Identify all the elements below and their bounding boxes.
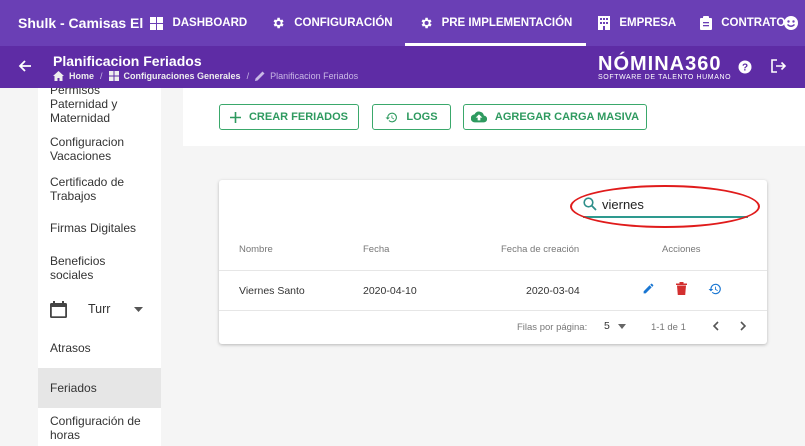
sidebar-item-atrasos[interactable]: Atrasos	[38, 341, 161, 355]
cell-fecha: 2020-04-10	[363, 285, 417, 297]
nav-dashboard-label: DASHBOARD	[172, 17, 248, 29]
sidebar: Permisos Paternidad y Maternidad Configu…	[38, 88, 161, 446]
sidebar-item-feriados[interactable]: Feriados	[38, 368, 161, 408]
column-header-acciones: Acciones	[662, 244, 701, 255]
nav-configuracion[interactable]: CONFIGURACIÓN	[259, 0, 404, 46]
nav-configuracion-label: CONFIGURACIÓN	[294, 17, 393, 29]
cell-nombre: Viernes Santo	[239, 285, 305, 297]
nomina360-logo: NÓMINA360 SOFTWARE DE TALENTO HUMANO	[598, 53, 732, 81]
breadcrumb-home[interactable]: Home	[53, 71, 94, 81]
row-divider	[219, 310, 767, 311]
breadcrumb-separator: /	[246, 71, 250, 81]
help-icon[interactable]: ?	[738, 60, 752, 79]
delete-icon[interactable]	[676, 282, 687, 295]
page-header: Planificacion Feriados Home / Configurac…	[0, 46, 805, 88]
gear-icon	[271, 16, 285, 30]
sidebar-item-beneficios[interactable]: Beneficios sociales	[38, 254, 138, 282]
history-icon[interactable]	[708, 282, 722, 296]
sidebar-item-configuracion-horas[interactable]: Configuración de horas	[38, 414, 148, 442]
bulk-upload-button[interactable]: AGREGAR CARGA MASIVA	[463, 104, 647, 130]
calendar-icon	[50, 300, 67, 318]
pagination-range: 1-1 de 1	[651, 322, 686, 333]
sidebar-item-certificado[interactable]: Certificado de Trabajos	[38, 175, 138, 203]
home-icon	[53, 71, 64, 81]
dashboard-icon	[150, 16, 164, 30]
breadcrumb-current: Planificacion Feriados	[255, 71, 358, 81]
logout-icon[interactable]	[771, 59, 787, 78]
page-title: Planificacion Feriados	[53, 53, 202, 69]
column-header-fecha[interactable]: Fecha	[363, 244, 389, 255]
sidebar-item-firmas[interactable]: Firmas Digitales	[38, 221, 161, 235]
history-icon	[385, 111, 398, 124]
chevron-down-icon	[134, 306, 144, 312]
column-header-nombre[interactable]: Nombre	[239, 244, 273, 255]
company-name[interactable]: Shulk - Camisas El	[0, 15, 144, 31]
plus-icon	[229, 111, 241, 123]
sidebar-group-turnos[interactable]: Turr	[38, 299, 161, 319]
smiley-icon[interactable]	[783, 15, 799, 36]
logs-button[interactable]: LOGS	[372, 104, 451, 130]
edit-icon[interactable]	[642, 282, 655, 295]
building-icon	[598, 16, 611, 30]
nav-dashboard[interactable]: DASHBOARD	[144, 0, 259, 46]
header-divider	[219, 270, 767, 271]
clipboard-icon	[700, 16, 713, 30]
top-navbar: Shulk - Camisas El DASHBOARD CONFIGURACI…	[0, 0, 805, 46]
chevron-left-icon[interactable]	[712, 321, 720, 331]
chevron-right-icon[interactable]	[739, 321, 747, 331]
breadcrumb-separator: /	[100, 71, 103, 81]
nav-pre-implementacion-label: PRE IMPLEMENTACIÓN	[441, 17, 573, 29]
breadcrumb: Home / Configuraciones Generales / Plani…	[53, 71, 358, 81]
chevron-down-icon	[617, 323, 626, 329]
pencil-icon	[255, 71, 265, 81]
sidebar-gutter	[0, 88, 38, 446]
gear-icon	[419, 16, 433, 30]
dashboard-icon	[108, 71, 119, 81]
create-holiday-button[interactable]: CREAR FERIADOS	[219, 104, 359, 130]
rows-per-page-select[interactable]: 5	[604, 320, 626, 332]
nav-empresa-label: EMPRESA	[619, 17, 677, 29]
breadcrumb-configuraciones[interactable]: Configuraciones Generales	[108, 71, 241, 81]
cell-fecha-creacion: 2020-03-04	[526, 285, 580, 297]
back-arrow-icon[interactable]	[18, 59, 32, 78]
nav-pre-implementacion[interactable]: PRE IMPLEMENTACIÓN	[404, 0, 587, 46]
sidebar-item-vacaciones[interactable]: Configuracion Vacaciones	[38, 135, 138, 163]
column-header-fecha-creacion[interactable]: Fecha de creación	[501, 244, 579, 255]
svg-text:?: ?	[742, 63, 748, 74]
sidebar-item-permisos[interactable]: Permisos Paternidad y Maternidad	[38, 88, 138, 125]
cloud-upload-icon	[470, 111, 487, 123]
nav-empresa[interactable]: EMPRESA	[586, 0, 688, 46]
rows-per-page-label: Filas por página:	[517, 322, 588, 333]
highlight-annotation	[570, 185, 760, 228]
